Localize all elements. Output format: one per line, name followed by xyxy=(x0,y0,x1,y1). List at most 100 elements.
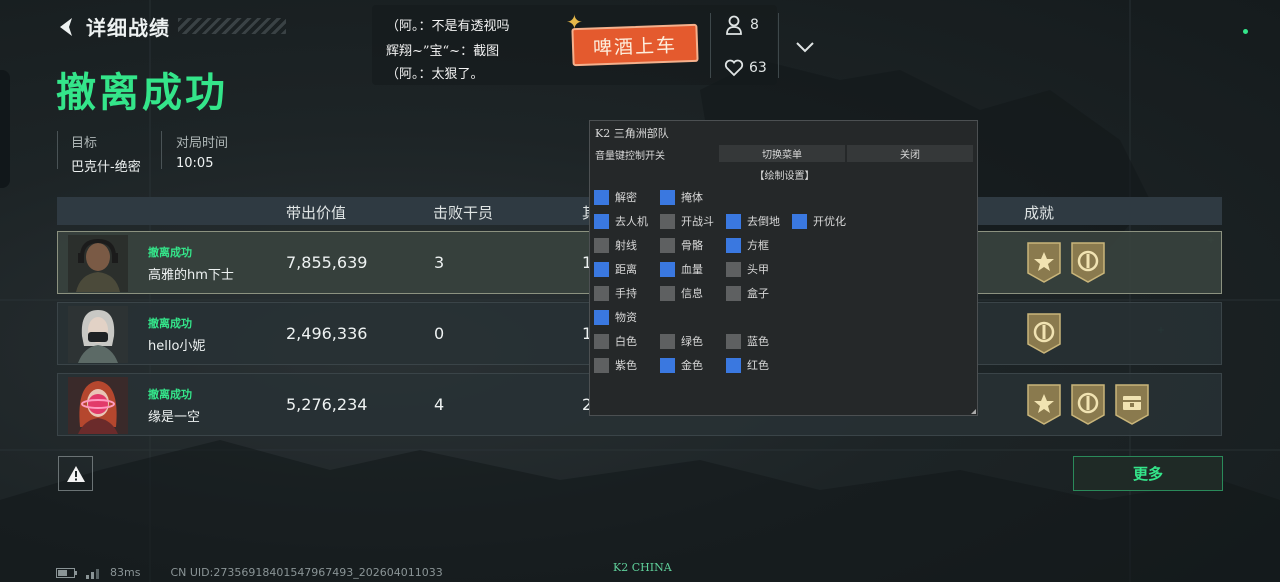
star-medal-icon[interactable] xyxy=(1026,241,1062,283)
viewer-count: 8 xyxy=(750,17,759,33)
checkbox-box[interactable] xyxy=(726,357,741,373)
sticker-badge: 啤酒上车 xyxy=(571,23,699,67)
checkbox-box[interactable] xyxy=(594,357,609,373)
option-checkbox[interactable]: 骨骼 xyxy=(660,237,703,253)
row-kills: 4 xyxy=(434,395,445,414)
column-header-achievements: 成就 xyxy=(1024,204,1055,222)
option-label: 物资 xyxy=(615,311,637,324)
option-checkbox[interactable]: 紫色 xyxy=(594,357,637,373)
option-label: 距离 xyxy=(615,263,637,276)
divider xyxy=(161,131,162,169)
signal-icon xyxy=(86,568,99,579)
option-checkbox[interactable]: 物资 xyxy=(594,309,637,325)
checkbox-box[interactable] xyxy=(594,309,609,325)
more-button[interactable]: 更多 xyxy=(1073,456,1223,491)
checkbox-box[interactable] xyxy=(660,213,675,229)
option-checkbox[interactable]: 血量 xyxy=(660,261,703,277)
ping-text: 83ms xyxy=(110,566,141,579)
option-checkbox[interactable]: 去人机 xyxy=(594,213,648,229)
checkbox-box[interactable] xyxy=(660,333,675,349)
player-name: 缘是一空 xyxy=(148,410,201,425)
option-checkbox[interactable]: 头甲 xyxy=(726,261,769,277)
option-checkbox[interactable]: 射线 xyxy=(594,237,637,253)
person-icon[interactable] xyxy=(725,15,743,35)
checkbox-box[interactable] xyxy=(726,333,741,349)
checkbox-box[interactable] xyxy=(726,237,741,253)
option-label: 白色 xyxy=(615,335,637,348)
option-checkbox[interactable]: 方框 xyxy=(726,237,769,253)
overlay-menu[interactable]: K2 三角洲部队 音量键控制开关 切换菜单 关闭 【绘制设置】 解密 掩体 去人机 开… xyxy=(589,120,978,416)
option-checkbox[interactable]: 去倒地 xyxy=(726,213,780,229)
menu-toggle-label: 音量键控制开关 xyxy=(595,151,665,162)
resize-handle[interactable] xyxy=(971,409,976,414)
shield-medal-icon[interactable] xyxy=(1026,312,1062,354)
checkbox-box[interactable] xyxy=(594,333,609,349)
status-dot xyxy=(1243,29,1248,34)
option-checkbox[interactable]: 盒子 xyxy=(726,285,769,301)
checkbox-box[interactable] xyxy=(594,285,609,301)
option-label: 红色 xyxy=(747,359,769,372)
checkbox-box[interactable] xyxy=(594,189,609,205)
checkbox-box[interactable] xyxy=(726,261,741,277)
checkbox-box[interactable] xyxy=(726,285,741,301)
comment-line: （阿。：太狠了。 xyxy=(386,67,484,82)
menu-section-title: 【绘制设置】 xyxy=(754,171,815,182)
option-checkbox[interactable]: 开战斗 xyxy=(660,213,714,229)
option-label: 血量 xyxy=(681,263,703,276)
avatar xyxy=(68,235,128,292)
checkbox-box[interactable] xyxy=(726,213,741,229)
option-checkbox[interactable]: 蓝色 xyxy=(726,333,769,349)
close-menu-button[interactable]: 关闭 xyxy=(847,145,973,162)
chevron-down-icon[interactable] xyxy=(795,41,815,53)
option-checkbox[interactable]: 绿色 xyxy=(660,333,703,349)
info-value: 巴克什-绝密 xyxy=(71,160,141,175)
row-value: 5,276,234 xyxy=(286,395,368,414)
star-medal-icon[interactable] xyxy=(1026,383,1062,425)
info-label: 目标 xyxy=(71,136,98,151)
option-checkbox[interactable]: 手持 xyxy=(594,285,637,301)
report-button[interactable] xyxy=(58,456,93,491)
option-checkbox[interactable]: 解密 xyxy=(594,189,637,205)
title-stripe-decoration xyxy=(178,18,286,34)
comment-line: 辉翔~”宝“~：截图 xyxy=(386,44,500,59)
page-title: 详细战绩 xyxy=(86,16,170,40)
row-status: 撤离成功 xyxy=(148,317,192,330)
checkbox-box[interactable] xyxy=(660,357,675,373)
chest-medal-icon[interactable] xyxy=(1114,383,1150,425)
side-handle[interactable] xyxy=(0,70,10,188)
checkbox-box[interactable] xyxy=(594,213,609,229)
checkbox-box[interactable] xyxy=(792,213,807,229)
info-time: 对局时间 10:05 xyxy=(176,132,228,171)
option-checkbox[interactable]: 开优化 xyxy=(792,213,846,229)
row-value: 2,496,336 xyxy=(286,324,368,343)
switch-menu-button[interactable]: 切换菜单 xyxy=(719,145,845,162)
divider xyxy=(778,13,779,78)
option-label: 金色 xyxy=(681,359,703,372)
result-heading: 撤离成功 xyxy=(56,70,228,116)
option-checkbox[interactable]: 红色 xyxy=(726,357,769,373)
avatar xyxy=(68,306,128,363)
heart-icon[interactable] xyxy=(724,59,744,77)
option-label: 头甲 xyxy=(747,263,769,276)
shield-medal-icon[interactable] xyxy=(1070,241,1106,283)
comment-line: （阿。：不是有透视吗 xyxy=(386,19,510,34)
checkbox-box[interactable] xyxy=(660,261,675,277)
option-label: 方框 xyxy=(747,239,769,252)
checkbox-box[interactable] xyxy=(594,261,609,277)
player-name: 高雅的hm下士 xyxy=(148,268,234,283)
checkbox-box[interactable] xyxy=(660,237,675,253)
checkbox-box[interactable] xyxy=(660,189,675,205)
option-checkbox[interactable]: 白色 xyxy=(594,333,637,349)
checkbox-box[interactable] xyxy=(594,237,609,253)
option-label: 绿色 xyxy=(681,335,703,348)
checkbox-box[interactable] xyxy=(660,285,675,301)
row-kills: 3 xyxy=(434,253,445,272)
shield-medal-icon[interactable] xyxy=(1070,383,1106,425)
option-checkbox[interactable]: 掩体 xyxy=(660,189,703,205)
option-checkbox[interactable]: 金色 xyxy=(660,357,703,373)
option-checkbox[interactable]: 距离 xyxy=(594,261,637,277)
info-label: 对局时间 xyxy=(176,136,229,151)
back-icon[interactable] xyxy=(56,16,76,38)
option-checkbox[interactable]: 信息 xyxy=(660,285,703,301)
row-kills: 0 xyxy=(434,324,445,343)
